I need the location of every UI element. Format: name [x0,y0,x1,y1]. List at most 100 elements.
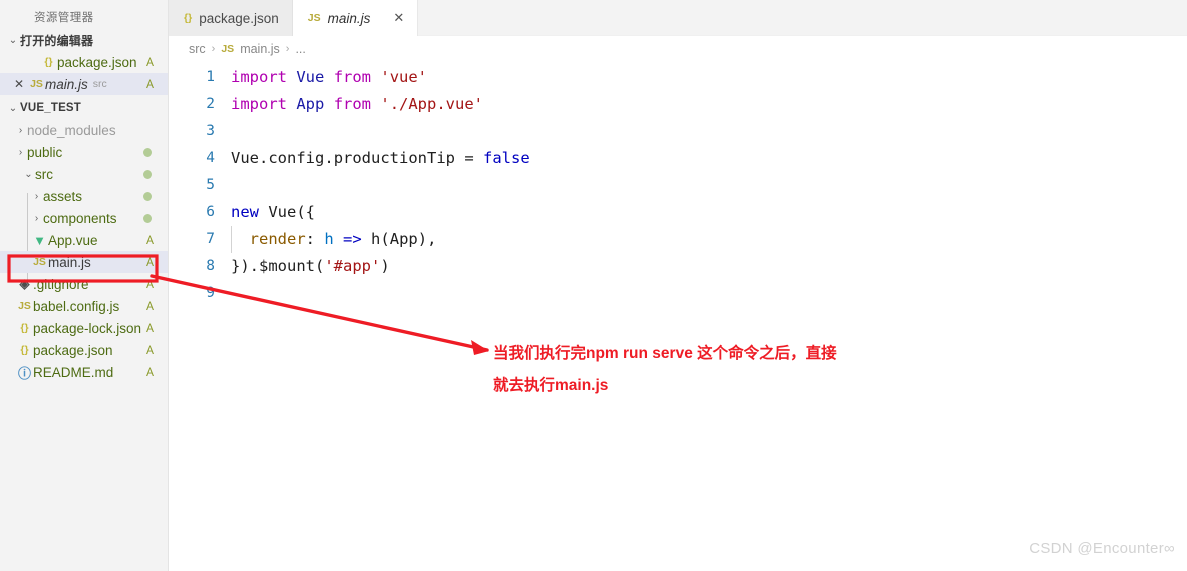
tree-item-label: App.vue [48,232,98,248]
json-braces-icon: {} [44,56,53,68]
line-number: 7 [206,231,215,247]
tab-label: package.json [199,10,279,26]
explorer-title: 资源管理器 [34,12,94,24]
tree-item-package-lock-json[interactable]: {} package-lock.json A [0,317,168,339]
line-number: 8 [206,258,215,274]
git-file-icon: ◈ [19,276,30,291]
code-editor[interactable]: 1 import Vue from 'vue' 2 import App from '… [169,61,1187,307]
code-token: . [259,149,269,167]
close-icon[interactable]: ✕ [393,10,404,26]
open-editors-section-header[interactable]: ⌄ 打开的编辑器 [0,30,168,51]
tree-item-components[interactable]: › components [0,207,168,229]
code-line: 9 [169,280,1187,307]
chevron-right-icon: › [34,212,39,224]
code-line: 1 import Vue from 'vue' [169,64,1187,91]
editor-area: {} package.json JS main.js ✕ src › JS ma… [169,0,1187,571]
tab-main-js[interactable]: JS main.js ✕ [292,0,419,36]
open-editor-label: package.json [57,54,137,70]
code-token: . [324,149,334,167]
code-token: import [231,68,287,86]
tree-item-label: assets [43,188,83,204]
editor-tab-bar: {} package.json JS main.js ✕ [169,0,1187,36]
code-token: App [296,95,325,113]
line-number: 9 [206,285,215,301]
modified-dot-indicator [143,213,152,223]
code-token: ({ [296,203,316,221]
line-number: 6 [206,204,215,220]
code-token: 'vue' [380,68,428,86]
info-circle-icon: ⓘ [17,365,31,381]
chevron-right-icon: › [285,42,290,55]
code-token: $mount [259,257,315,275]
js-file-icon: JS [307,12,321,24]
code-token: h [371,230,381,248]
chevron-down-icon: ⌄ [24,168,33,180]
breadcrumb-item-more[interactable]: ... [295,42,305,56]
tree-item-label: README.md [33,364,114,380]
tree-item-babel-config-js[interactable]: JS babel.config.js A [0,295,168,317]
code-line-text: new Vue({ [231,199,315,226]
tree-item-app-vue[interactable]: ▼ App.vue A [0,229,168,251]
modified-dot-indicator [143,191,152,201]
tree-item-package-json[interactable]: {} package.json A [0,339,168,361]
close-icon[interactable]: ✕ [10,77,28,91]
tree-item-label: package-lock.json [33,320,142,336]
code-token: new [231,203,259,221]
code-line: 3 [169,118,1187,145]
git-status-badge: A [145,343,154,357]
breadcrumb-item-src[interactable]: src [189,42,206,56]
json-braces-icon: {} [184,12,193,24]
annotation-text-line-2: 就去执行main.js [493,377,609,394]
code-line: 2 import App from './App.vue' [169,91,1187,118]
code-token: './App.vue' [380,95,484,113]
tree-item-gitignore[interactable]: ◈ .gitignore A [0,273,168,295]
chevron-down-icon: ⌄ [8,35,18,46]
code-token: = [455,149,484,167]
chevron-down-icon: ⌄ [8,102,18,114]
code-line: 5 [169,172,1187,199]
code-token: ) [380,257,390,275]
code-token: from [333,95,372,113]
tree-item-main-js[interactable]: JS main.js A [0,251,168,273]
code-line: 7 render: h => h(App), [169,226,1187,253]
js-file-icon: JS [30,78,43,90]
git-status-badge: A [145,233,154,247]
tree-item-public[interactable]: › public [0,141,168,163]
code-token: ( [315,257,325,275]
tree-item-src[interactable]: ⌄ src [0,163,168,185]
vscode-window: 资源管理器 ⌄ 打开的编辑器 {} package.json A ✕ JS ma… [0,0,1187,571]
open-editor-item-package-json[interactable]: {} package.json A [0,51,168,73]
tree-item-node_modules[interactable]: › node_modules [0,119,168,141]
tree-item-readme-md[interactable]: ⓘ README.md A [0,361,168,383]
code-line-text: Vue.config.productionTip = false [231,145,530,172]
tree-item-label: public [27,144,63,160]
project-root-label: VUE_TEST [20,102,82,114]
project-root-header[interactable]: ⌄ VUE_TEST [0,97,168,119]
line-number: 1 [206,69,215,85]
code-line-text: import App from './App.vue' [231,91,483,118]
open-editor-item-main-js[interactable]: ✕ JS main.js src A [0,73,168,95]
code-token: '#app' [324,257,381,275]
code-token: Vue [268,203,297,221]
breadcrumb-item-main-js[interactable]: main.js [240,42,280,56]
tree-item-assets[interactable]: › assets [0,185,168,207]
code-token: productionTip [333,149,456,167]
tab-package-json[interactable]: {} package.json [169,0,293,36]
git-status-badge: A [145,299,154,313]
chevron-right-icon: › [211,42,216,55]
modified-dot-indicator [143,169,152,179]
json-braces-icon: {} [20,344,29,356]
code-token: Vue [231,149,259,167]
chevron-right-icon: › [34,190,39,202]
line-number: 2 [206,96,215,112]
vue-file-icon: ▼ [33,232,46,248]
line-number: 5 [206,177,215,193]
line-number: 3 [206,123,215,139]
